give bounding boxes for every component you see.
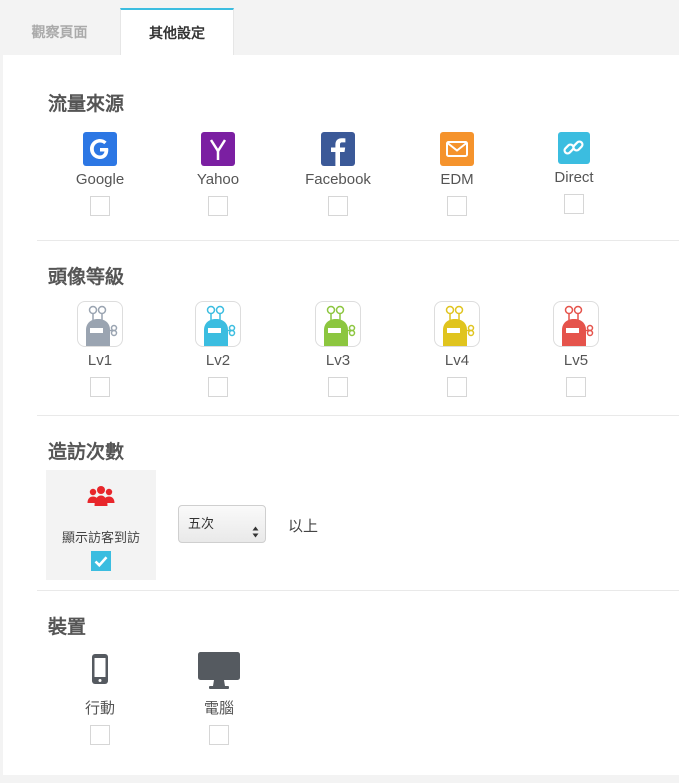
traffic-label-facebook: Facebook [305,171,371,188]
desktop-icon [197,652,241,690]
traffic-checkbox-yahoo[interactable] [208,196,228,216]
visit-count-select[interactable]: 五次 [178,505,266,543]
device-label-desktop: 電腦 [203,700,234,717]
traffic-item-edm: EDM [402,132,512,216]
select-arrows-icon [252,517,259,553]
visit-count-suffix: 以上 [288,518,319,535]
avatar-label-lv1: Lv1 [87,352,113,369]
traffic-item-facebook: Facebook [283,132,393,216]
avatar-item-lv4: Lv4 [402,301,512,397]
avatar-item-lv1: Lv1 [45,301,155,397]
avatar-item-lv5: Lv5 [521,301,631,397]
section-divider [37,240,679,241]
avatar-label-lv4: Lv4 [444,352,470,369]
show-visitor-checkbox[interactable] [91,551,111,571]
traffic-label-edm: EDM [440,171,474,188]
show-visitor-label: 顯示訪客到訪 [61,530,140,545]
tab-bar: 觀察頁面 其他設定 [0,0,679,56]
robot-avatar-lv4-icon [434,301,480,347]
visit-count-title: 造訪次數 [48,442,125,463]
avatar-level-title: 頭像等級 [48,267,125,288]
traffic-item-google: Google [45,132,155,216]
avatar-label-lv5: Lv5 [563,352,589,369]
robot-avatar-lv5-icon [553,301,599,347]
link-icon [558,132,590,164]
traffic-checkbox-edm[interactable] [447,196,467,216]
device-label-mobile: 行動 [84,700,115,717]
robot-avatar-lv2-icon [195,301,241,347]
traffic-label-direct: Direct [554,169,594,186]
mail-icon [440,132,474,166]
traffic-label-google: Google [75,171,125,188]
avatar-checkbox-lv3[interactable] [328,377,348,397]
avatar-checkbox-lv5[interactable] [566,377,586,397]
section-divider [37,415,679,416]
traffic-checkbox-facebook[interactable] [328,196,348,216]
device-checkbox-mobile[interactable] [90,725,110,745]
mobile-icon [90,652,110,686]
tab-other-settings[interactable]: 其他設定 [120,8,234,56]
traffic-item-direct: Direct [519,132,629,214]
google-icon [83,132,117,166]
avatar-checkbox-lv4[interactable] [447,377,467,397]
facebook-icon [321,132,355,166]
traffic-checkbox-google[interactable] [90,196,110,216]
tab-observe-page[interactable]: 觀察頁面 [0,8,119,56]
avatar-item-lv2: Lv2 [163,301,273,397]
traffic-checkbox-direct[interactable] [564,194,584,214]
visit-count-select-value: 五次 [188,516,215,531]
yahoo-icon [201,132,235,166]
device-item-desktop: 電腦 [164,652,274,745]
robot-avatar-lv3-icon [315,301,361,347]
traffic-label-yahoo: Yahoo [196,171,240,188]
device-checkbox-desktop[interactable] [209,725,229,745]
avatar-checkbox-lv2[interactable] [208,377,228,397]
robot-avatar-lv1-icon [77,301,123,347]
show-visitor-card: 顯示訪客到訪 [46,470,156,580]
settings-panel: 流量來源 Google Yahoo Facebook EDM Direct 頭像… [3,55,679,775]
avatar-checkbox-lv1[interactable] [90,377,110,397]
section-divider [37,590,679,591]
device-item-mobile: 行動 [45,652,155,745]
avatar-label-lv3: Lv3 [325,352,351,369]
traffic-source-title: 流量來源 [48,94,125,115]
users-icon [87,484,115,508]
avatar-item-lv3: Lv3 [283,301,393,397]
avatar-label-lv2: Lv2 [205,352,231,369]
device-title: 裝置 [48,617,87,638]
traffic-item-yahoo: Yahoo [163,132,273,216]
